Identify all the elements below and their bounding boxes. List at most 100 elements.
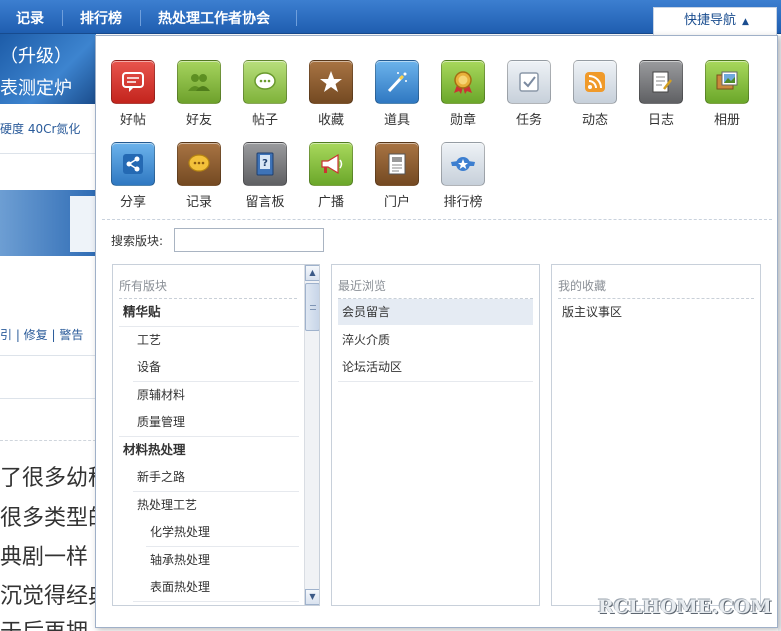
medal-icon bbox=[454, 71, 472, 94]
site-watermark: RCLHOME.COM bbox=[598, 596, 772, 618]
divider bbox=[0, 398, 96, 399]
quicknav-label: 勋章 bbox=[449, 113, 476, 128]
nav-item-records[interactable]: 记录 bbox=[16, 0, 44, 34]
quick-nav-label: 快捷导航 bbox=[684, 13, 737, 28]
quicknav-item-feed[interactable]: 动态 bbox=[562, 60, 628, 128]
quicknav-item-medals[interactable]: 勋章 bbox=[430, 60, 496, 128]
search-forum-label: 搜索版块: bbox=[111, 234, 164, 248]
quicknav-label: 收藏 bbox=[317, 113, 344, 128]
magic-wand-icon bbox=[387, 72, 407, 93]
forum-subitem[interactable]: 轴承热处理 bbox=[150, 547, 210, 573]
post-actions[interactable]: 引 | 修复 | 警告 bbox=[0, 326, 96, 343]
panel-title: 我的收藏 bbox=[558, 279, 607, 293]
quicknav-item-ranking[interactable]: 排行榜 bbox=[430, 142, 496, 210]
forum-item[interactable]: 热处理工艺 bbox=[137, 492, 197, 518]
scroll-thumb[interactable] bbox=[305, 283, 319, 331]
recent-forum-item[interactable]: 论坛活动区 bbox=[338, 354, 533, 380]
quicknav-label: 记录 bbox=[185, 195, 212, 210]
scroll-down-arrow-icon[interactable]: ▼ bbox=[305, 589, 319, 605]
quicknav-label: 相册 bbox=[713, 113, 740, 128]
forum-item[interactable]: 新手之路 bbox=[137, 464, 185, 490]
recent-forum-item[interactable]: 淬火介质 bbox=[338, 327, 533, 353]
ranking-star-icon bbox=[451, 157, 475, 171]
notebook-icon bbox=[652, 71, 672, 93]
message-board-icon: ? bbox=[256, 152, 274, 176]
vertical-scrollbar[interactable]: ▲ ▼ bbox=[304, 265, 319, 605]
quicknav-label: 留言板 bbox=[245, 195, 285, 210]
quicknav-item-good-posts[interactable]: 好帖 bbox=[100, 60, 166, 128]
share-icon bbox=[123, 154, 143, 174]
nav-item-association[interactable]: 热处理工作者协会 bbox=[158, 0, 270, 34]
ad-banner bbox=[0, 190, 96, 256]
search-forum-input[interactable] bbox=[174, 228, 324, 252]
quicknav-item-share[interactable]: 分享 bbox=[100, 142, 166, 210]
banner-text: 表测定炉 bbox=[0, 78, 72, 99]
quicknav-item-portal[interactable]: 门户 bbox=[364, 142, 430, 210]
forum-group-featured[interactable]: 精华贴 bbox=[123, 299, 161, 325]
post-text-line: 沉觉得经典 bbox=[0, 584, 96, 609]
quicknav-item-friends[interactable]: 好友 bbox=[166, 60, 232, 128]
quicknav-label: 好友 bbox=[185, 113, 212, 128]
nav-separator bbox=[296, 10, 297, 26]
quicknav-item-message-board[interactable]: ? 留言板 bbox=[232, 142, 298, 210]
quicknav-item-favorites[interactable]: 收藏 bbox=[298, 60, 364, 128]
panel-title: 所有版块 bbox=[119, 279, 168, 293]
tag-links[interactable]: 硬度 40Cr氮化 bbox=[0, 120, 96, 137]
post-text-line: 典剧一样 bbox=[0, 545, 89, 570]
nav-separator bbox=[62, 10, 63, 26]
recent-forum-item[interactable]: 会员留言 bbox=[338, 299, 533, 325]
quicknav-label: 排行榜 bbox=[443, 195, 483, 210]
banner-image: （升级） 表测定炉 bbox=[0, 34, 96, 104]
speech-bubble-icon bbox=[122, 72, 144, 92]
quicknav-label: 帖子 bbox=[251, 113, 278, 128]
favorite-forum-item[interactable]: 版主议事区 bbox=[558, 299, 754, 325]
caret-up-icon: ▲ bbox=[742, 17, 749, 27]
divider bbox=[0, 355, 96, 356]
friends-icon bbox=[188, 74, 210, 91]
svg-text:?: ? bbox=[262, 158, 268, 169]
forum-subitem[interactable]: 表面热处理 bbox=[150, 574, 210, 600]
favorite-forums-panel: 我的收藏 版主议事区 bbox=[551, 264, 761, 606]
rss-feed-icon bbox=[585, 72, 605, 92]
quicknav-item-records[interactable]: 记录 bbox=[166, 142, 232, 210]
forum-group-heat-treatment[interactable]: 材料热处理 bbox=[123, 437, 186, 463]
quick-nav-popup: 好帖 好友 帖子 收藏 道具 勋章 任务 动态 日志 相册 分享 记录 ? 留言… bbox=[95, 35, 778, 628]
post-text-line: 于后再拥 bbox=[0, 614, 96, 631]
forum-item[interactable]: 质量管理 bbox=[137, 409, 185, 435]
quicknav-item-props[interactable]: 道具 bbox=[364, 60, 430, 128]
divider bbox=[0, 440, 96, 441]
quicknav-item-album[interactable]: 相册 bbox=[694, 60, 760, 128]
quicknav-item-tasks[interactable]: 任务 bbox=[496, 60, 562, 128]
section-divider bbox=[102, 219, 772, 220]
recent-forums-panel: 最近浏览 会员留言 淬火介质 论坛活动区 bbox=[331, 264, 540, 606]
portal-doc-icon bbox=[388, 153, 406, 175]
nav-separator bbox=[140, 10, 141, 26]
star-icon bbox=[320, 71, 342, 92]
forum-item[interactable]: 原辅材料 bbox=[137, 382, 185, 408]
banner-text: （升级） bbox=[0, 46, 72, 67]
quicknav-item-broadcast[interactable]: 广播 bbox=[298, 142, 364, 210]
megaphone-icon bbox=[321, 153, 343, 175]
quick-nav-toggle[interactable]: 快捷导航 ▲ bbox=[653, 7, 777, 35]
quicknav-label: 日志 bbox=[647, 113, 674, 128]
quicknav-label: 分享 bbox=[119, 195, 146, 210]
quicknav-label: 好帖 bbox=[119, 113, 146, 128]
quicknav-label: 道具 bbox=[383, 113, 410, 128]
forum-subitem[interactable]: 化学热处理 bbox=[150, 519, 210, 545]
photo-album-icon bbox=[716, 71, 738, 90]
forum-item[interactable]: 设备 bbox=[137, 354, 161, 380]
task-check-icon bbox=[519, 72, 539, 92]
nav-item-ranking[interactable]: 排行榜 bbox=[80, 0, 122, 34]
quicknav-item-journal[interactable]: 日志 bbox=[628, 60, 694, 128]
quicknav-label: 门户 bbox=[383, 195, 410, 210]
post-text-line: 很多类型的 bbox=[0, 506, 96, 531]
quicknav-item-posts[interactable]: 帖子 bbox=[232, 60, 298, 128]
divider bbox=[0, 153, 96, 154]
post-text-line: 了很多幼稚 bbox=[0, 466, 96, 491]
all-forums-panel: 所有版块 精华贴 工艺 设备 原辅材料 质量管理 材料热处理 新手之路 热处理工… bbox=[112, 264, 320, 606]
forum-item[interactable]: 工艺 bbox=[137, 327, 161, 353]
chat-bubble-icon bbox=[254, 72, 276, 90]
scroll-up-arrow-icon[interactable]: ▲ bbox=[305, 265, 319, 281]
quicknav-label: 任务 bbox=[515, 113, 542, 128]
record-bubble-icon bbox=[188, 154, 210, 172]
